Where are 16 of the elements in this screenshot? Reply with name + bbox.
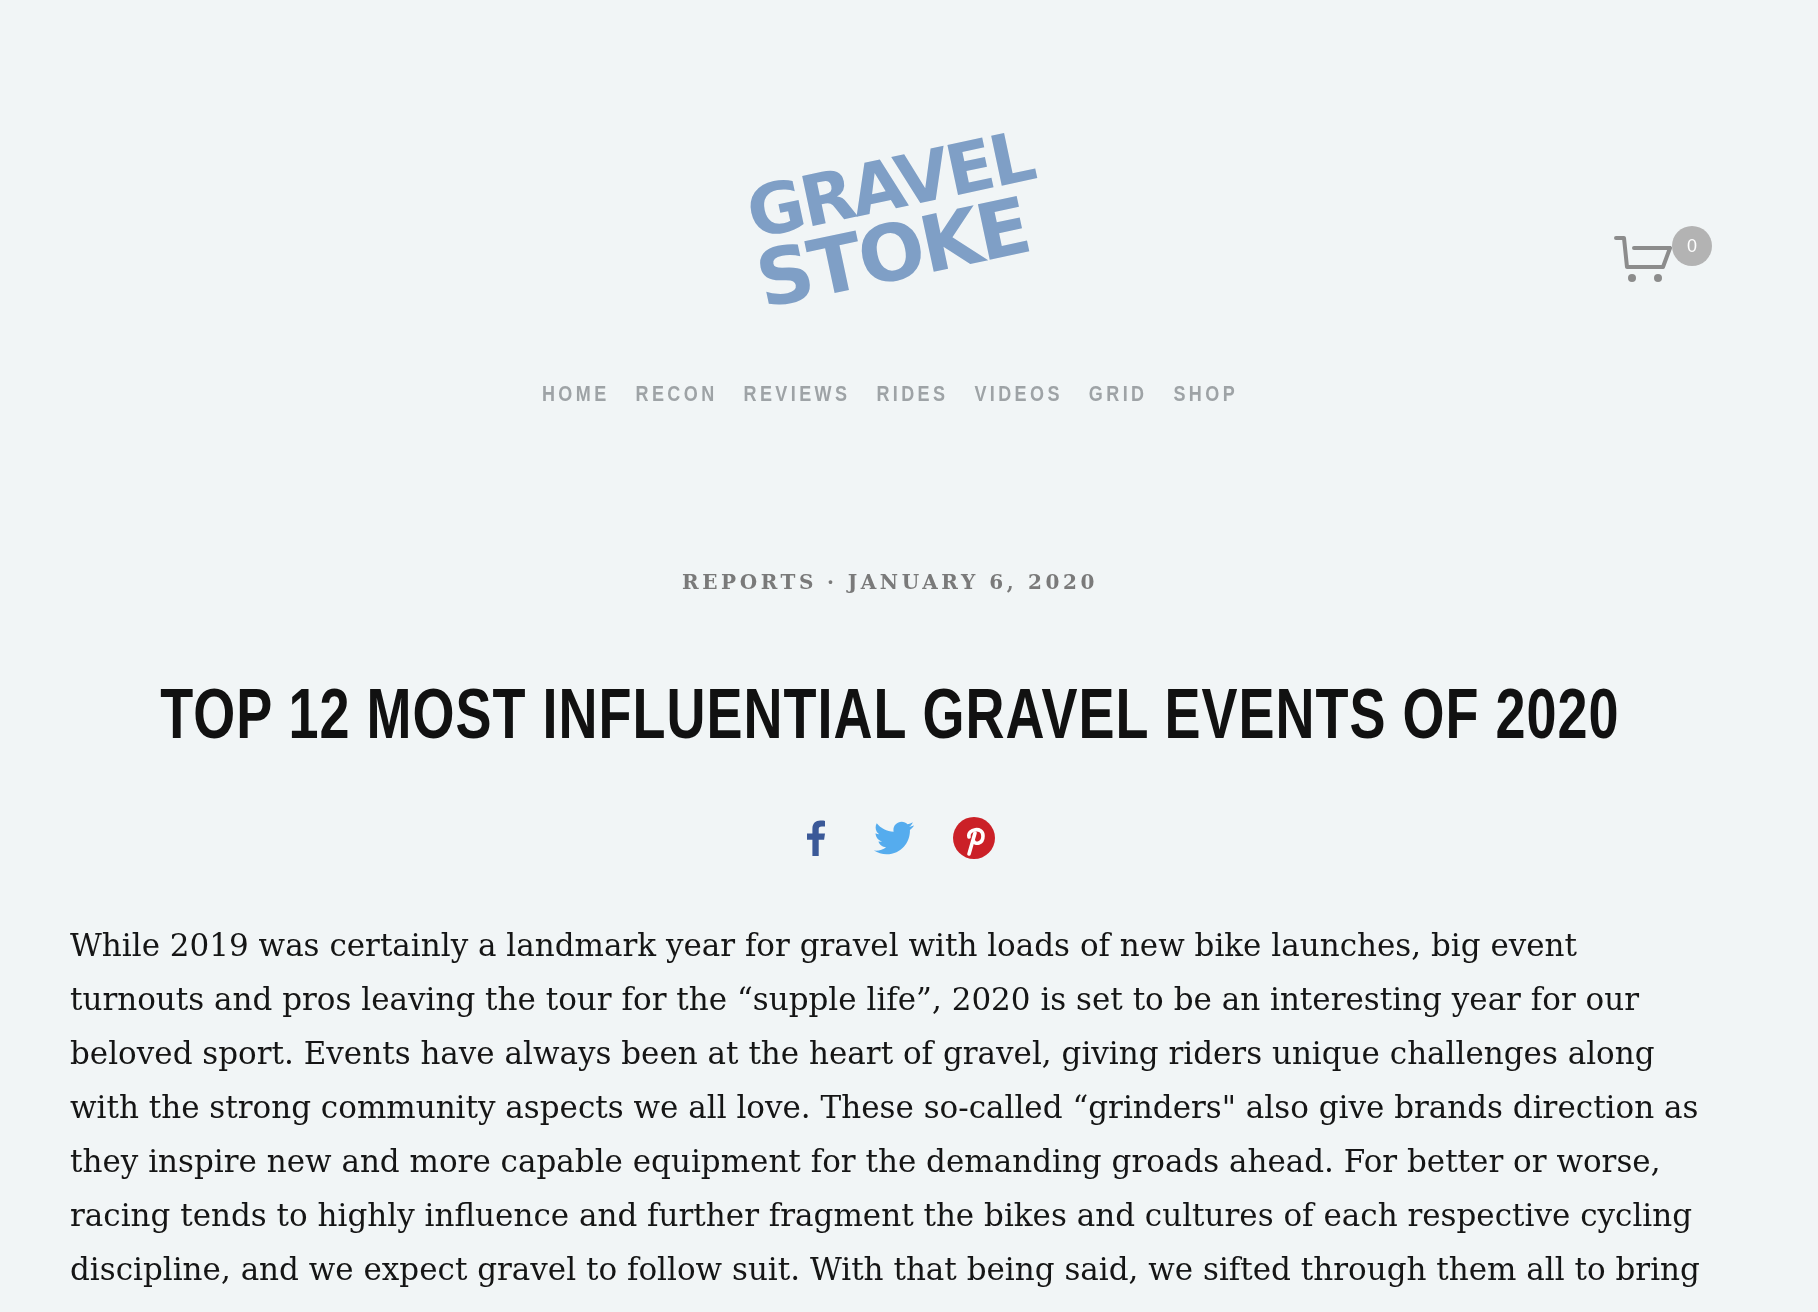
nav-link[interactable]: RIDES: [876, 377, 949, 411]
article-paragraph: While 2019 was certainly a landmark year for gravel with loads of new bike launches, big event turnouts and pros leaving the tour for the “supple life”, 2020 is set to be an interesting year for our beloved sport. Events have always been at the heart of gravel, giving riders unique challenges along with the strong community aspects we all love. These so-called “grinders" also give brands direction as they inspire new and more capable equipment for the demanding groads ahead. For better or worse, racing tends to highly influence and further fragment the bikes and cultures of each respective cycling discipline, and we expect gravel to follow suit. With that being said, we sifted through them all to bring: [70, 926, 1701, 1289]
nav-link[interactable]: VIDEOS: [974, 377, 1063, 411]
nav-link[interactable]: REVIEWS: [743, 377, 851, 411]
cart-count-badge: 0: [1672, 226, 1712, 266]
facebook-icon[interactable]: [807, 820, 825, 856]
article-title: TOP 12 MOST INFLUENTIAL GRAVEL EVENTS OF 2020: [160, 674, 1620, 752]
pinterest-icon[interactable]: [953, 817, 995, 859]
nav-link[interactable]: HOME: [541, 377, 610, 411]
nav-link[interactable]: GRID: [1088, 377, 1148, 411]
nav-link[interactable]: SHOP: [1173, 377, 1239, 411]
category-link[interactable]: REPORTS: [681, 567, 818, 597]
logo[interactable]: GRAVEL STOKE: [745, 116, 1035, 326]
meta-separator: ·: [827, 569, 838, 596]
article-date: JANUARY 6, 2020: [847, 569, 1099, 596]
nav-link[interactable]: RECON: [635, 377, 718, 411]
